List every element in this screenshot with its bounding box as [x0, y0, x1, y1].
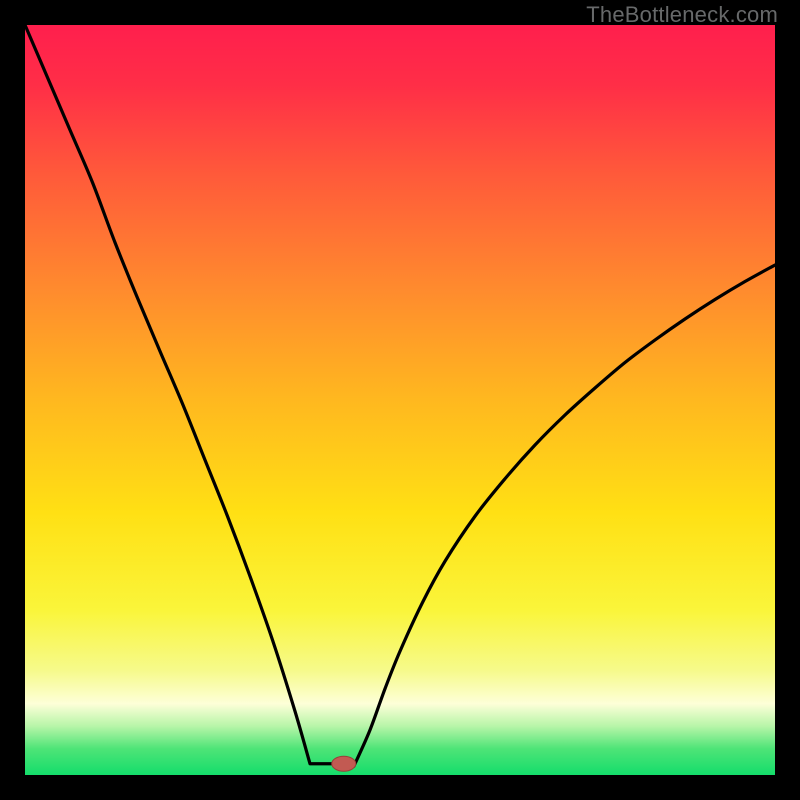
- plot-viewport: [25, 25, 775, 775]
- minimum-marker: [332, 756, 356, 771]
- watermark-text: TheBottleneck.com: [586, 2, 778, 28]
- gradient-background: [25, 25, 775, 775]
- bottleneck-chart: [25, 25, 775, 775]
